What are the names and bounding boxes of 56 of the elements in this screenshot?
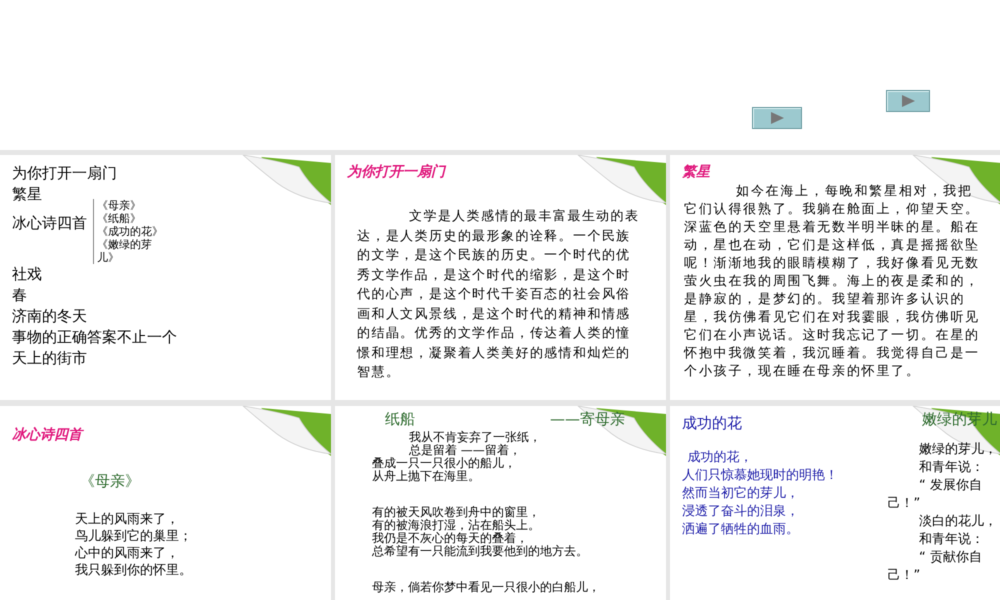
poem-line: 总希望有一只能流到我要他到的地方去。 [372,545,589,558]
poem-line: 我仍是不灰心的每天的叠着， [372,532,529,545]
outline-item: 济南的冬天 [12,306,88,327]
slide-title: 冰心诗四首 [12,426,85,444]
slide-title: 繁星 [682,163,712,181]
poem-line: 总是留着 ——留着， [408,444,522,457]
outline-item: 春 [12,285,28,306]
poem-line: 有的被海浪打湿，沾在船头上。 [372,519,541,532]
poem-line: 鸟儿躲到它的巢里； [75,528,193,545]
outline-item: 为你打开一扇门 [12,163,118,184]
poem-line: 浸透了奋斗的泪泉， [682,503,800,521]
outline-item: 社戏 [12,264,43,285]
poem-line: 淡白的花儿， [918,513,997,531]
poem-line: 成功的花， [686,449,754,467]
poem-line: 洒遍了牺牲的血雨。 [682,521,800,539]
poem-title: 纸船 [385,410,415,429]
poem-line: 我只躲到你的怀里。 [75,562,193,579]
play-button[interactable] [886,90,930,112]
sub-item: 《成功的花》 [97,225,164,238]
sub-item: 《纸船》 [97,212,142,225]
slide-thumbnail[interactable] [670,155,1000,400]
paragraph: 文学是人类感情的最丰富最生动的表达，是人类历史的最形象的诠释。一个民族的文学，是这个民族的历史。一个时代的优秀文学作品，是这个时代的缩影，是这个时代的心声，是这个时代千姿百态的社会风俗画和人文风景线，是这个时代的精神和情感的结晶。优秀的文学作品，传达着人类的憧憬和理想，凝聚着人类美好的感情和灿烂的智慧。 [357,208,640,382]
poem-line: 我从不肯妄弃了一张纸， [408,431,542,444]
dedication: ——寄母亲 [550,410,625,429]
poem-line: 母亲，倘若你梦中看见一只很小的白船儿， [372,581,601,594]
poem-line: 有的被天风吹卷到舟中的窗里， [372,506,541,519]
slide-thumbnail[interactable]: 成功的花 成功的花， 人们只惊慕她现时的明艳！ 然而当初它的芽儿， 浸透了奋斗的泪泉， 洒遍了牺牲的血雨。 嫩绿的芽儿 嫩绿的芽儿， 和青年说： “ 发展你自 己！” 淡白的花儿， 和青年说： “ 贡献你自 己！” [670,406,1000,600]
play-icon [770,112,784,124]
outline-item: 冰心诗四首 [12,213,87,234]
poem-line: 己！” [888,567,922,585]
poem-line: “ 发展你自 [918,477,983,495]
sub-item: 《母亲》 [97,199,142,212]
poem-title: 嫩绿的芽儿 [922,410,997,429]
outline-item: 天上的街市 [12,348,88,369]
slide-thumbnail[interactable]: 冰心诗四首 《母亲》 天上的风雨来了， 鸟儿躲到它的巢里； 心中的风雨来了， 我只躲到你的怀里。 [0,406,331,600]
poem-line: 叠成一只一只很小的船儿， [372,457,517,470]
poem-title: 成功的花 [682,414,742,433]
poem-line: 心中的风雨来了， [75,545,180,562]
slide-thumbnail[interactable]: 为你打开一扇门 文学是人类感情的最丰富最生动的表达，是人类历史的最形象的诠释。一个民族的文学，是这个民族的历史。一个时代的优秀文学作品，是这个时代的缩影，是这个时代的心声，是这个时代千姿百态的社会风俗画和人文风景线，是这个时代的精神和情感的结晶。优秀的文学作品，传达着人类的憧憬和理想，凝聚着人类美好的感情和灿烂的智慧。 [335,155,666,400]
slide-thumbnail[interactable]: 纸船 ——寄母亲 我从不肯妄弃了一张纸， 总是留着 ——留着， 叠成一只一只很小的船儿， 从舟上抛下在海里。 有的被天风吹卷到舟中的窗里， 有的被海浪打湿，沾在船头上。 我仍是不灰心的每天的叠着， 总希望有一只能流到我要他到的地方去。 母亲，倘若你梦中看见一只很小的白船儿， [335,406,666,600]
play-button[interactable] [752,107,802,129]
sub-item: 《嫩绿的芽儿》 [97,238,153,264]
poem-line: 嫩绿的芽儿， [918,441,997,459]
poem-line: 和青年说： [918,531,985,549]
slide-title: 为你打开一扇门 [347,163,448,181]
poem-line: “ 贡献你自 [918,549,983,567]
play-icon [901,95,915,107]
poem-line: 然而当初它的芽儿， [682,485,800,503]
poem-line: 天上的风雨来了， [75,511,180,528]
outline-item: 事物的正确答案不止一个 [12,327,178,348]
poem-title: 《母亲》 [80,472,141,491]
poem-line: 人们只惊慕她现时的明艳！ [682,467,838,485]
paragraph: 如今在海上，每晚和繁星相对，我把它们认得很熟了。我躺在舱面上，仰望天空。深蓝色的天空里悬着无数半明半昧的星。船在动，星也在动，它们是这样低，真是摇摇欲坠呢！渐渐地我的眼睛模糊了，我好像看见无数萤火虫在我的周围飞舞。海上的夜是柔和的，是静寂的，是梦幻的。我望着那许多认识的星，我仿佛看见它们在对我霎眼，我仿佛听见它们在小声说话。这时我忘记了一切。在星的怀抱中我微笑着，我沉睡着。我觉得自己是一个小孩子，现在睡在母亲的怀里了。 [684,183,981,381]
poem-line: 从舟上抛下在海里。 [372,470,481,483]
poem-line: 和青年说： [918,459,985,477]
poem-line: 己！” [888,495,922,513]
